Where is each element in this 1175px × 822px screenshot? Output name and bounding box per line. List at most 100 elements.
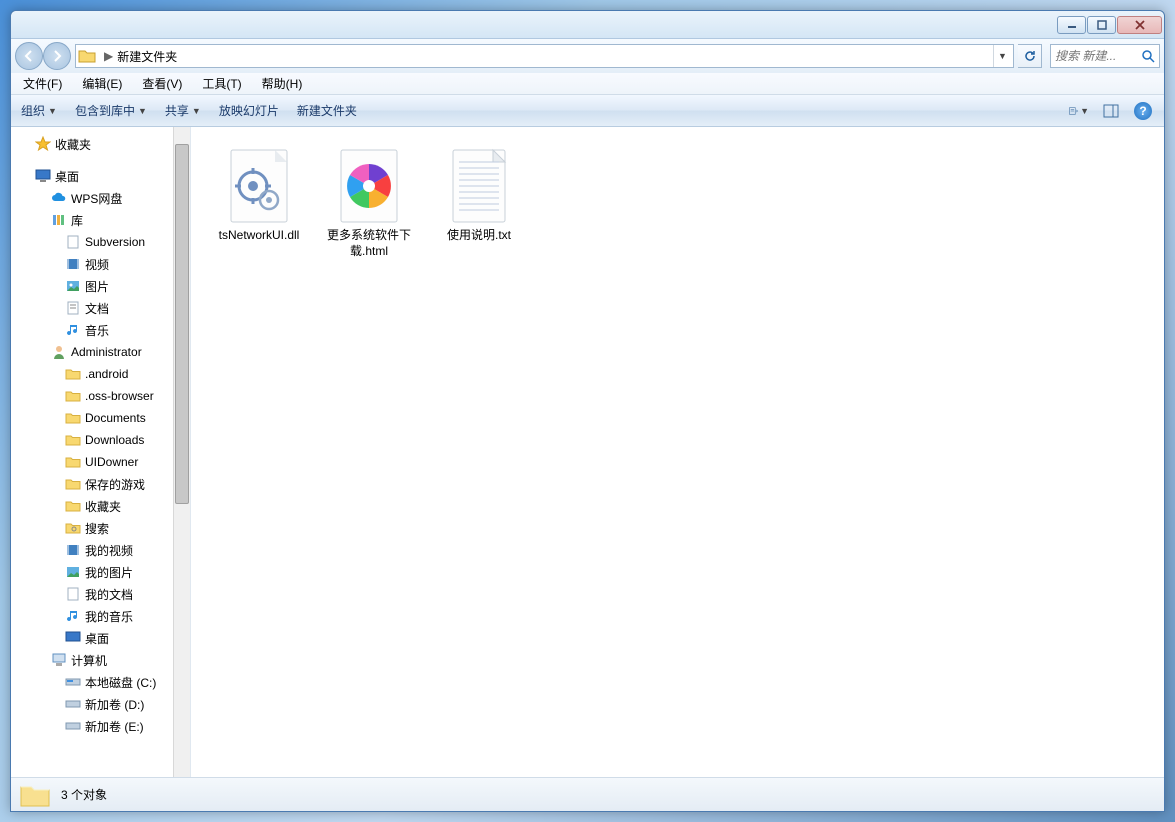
sidebar-wps[interactable]: WPS网盘	[15, 187, 174, 209]
sidebar-savedgames[interactable]: 保存的游戏	[15, 473, 174, 495]
star-icon	[35, 136, 51, 152]
folder-icon	[65, 366, 81, 382]
cloud-icon	[51, 190, 67, 206]
sidebar-documents[interactable]: 文档	[15, 297, 174, 319]
menu-help[interactable]: 帮助(H)	[258, 73, 307, 94]
sidebar-edrive[interactable]: 新加卷 (E:)	[15, 715, 174, 737]
document-icon	[65, 586, 81, 602]
sidebar: 收藏夹 桌面 WPS网盘 库 Subversion 视频 图片 文档 音乐 Ad…	[11, 127, 191, 777]
sidebar-mypics[interactable]: 我的图片	[15, 561, 174, 583]
address-dropdown[interactable]: ▼	[993, 45, 1011, 67]
breadcrumb-current[interactable]: 新建文件夹	[117, 48, 177, 65]
statusbar: 3 个对象	[11, 777, 1164, 811]
folder-icon	[65, 388, 81, 404]
help-button[interactable]: ?	[1132, 100, 1154, 122]
html-icon	[329, 146, 409, 226]
file-item[interactable]: 更多系统软件下载.html	[321, 141, 417, 264]
sidebar-favs[interactable]: 收藏夹	[15, 495, 174, 517]
new-folder-button[interactable]: 新建文件夹	[297, 102, 357, 119]
sidebar-favorites[interactable]: 收藏夹	[15, 133, 174, 155]
scrollbar-thumb[interactable]	[175, 144, 189, 504]
folder-icon	[19, 781, 51, 809]
sidebar-ddrive[interactable]: 新加卷 (D:)	[15, 693, 174, 715]
sidebar-mydocs[interactable]: 我的文档	[15, 583, 174, 605]
titlebar	[11, 11, 1164, 39]
file-label: 使用说明.txt	[447, 228, 511, 244]
menu-edit[interactable]: 编辑(E)	[78, 73, 126, 94]
folder-icon	[65, 454, 81, 470]
refresh-button[interactable]	[1018, 44, 1042, 68]
txt-icon	[439, 146, 519, 226]
file-item[interactable]: tsNetworkUI.dll	[211, 141, 307, 264]
sidebar-music[interactable]: 音乐	[15, 319, 174, 341]
sidebar-cdrive[interactable]: 本地磁盘 (C:)	[15, 671, 174, 693]
file-item[interactable]: 使用说明.txt	[431, 141, 527, 264]
minimize-button[interactable]	[1057, 16, 1086, 34]
desktop-icon	[65, 630, 81, 646]
sidebar-scrollbar[interactable]	[173, 127, 190, 777]
sidebar-search[interactable]: 搜索	[15, 517, 174, 539]
explorer-window: ▶ 新建文件夹 ▼ 文件(F) 编辑(E) 查看(V) 工具(T) 帮助(H) …	[10, 10, 1165, 812]
sidebar-library[interactable]: 库	[15, 209, 174, 231]
close-button[interactable]	[1117, 16, 1162, 34]
file-label: tsNetworkUI.dll	[219, 228, 300, 244]
folder-icon	[65, 476, 81, 492]
sidebar-uidowner[interactable]: UIDowner	[15, 451, 174, 473]
folder-icon	[65, 432, 81, 448]
sidebar-computer[interactable]: 计算机	[15, 649, 174, 671]
address-bar[interactable]: ▶ 新建文件夹 ▼	[75, 44, 1014, 68]
sidebar-admin[interactable]: Administrator	[15, 341, 174, 363]
organize-button[interactable]: 组织 ▼	[21, 102, 57, 119]
user-icon	[51, 344, 67, 360]
sidebar-oss[interactable]: .oss-browser	[15, 385, 174, 407]
music-icon	[65, 608, 81, 624]
dll-icon	[219, 146, 299, 226]
sidebar-docs[interactable]: Documents	[15, 407, 174, 429]
sidebar-mymusic[interactable]: 我的音乐	[15, 605, 174, 627]
music-icon	[65, 322, 81, 338]
sidebar-desk2[interactable]: 桌面	[15, 627, 174, 649]
search-input[interactable]	[1055, 49, 1141, 63]
picture-icon	[65, 564, 81, 580]
menu-file[interactable]: 文件(F)	[19, 73, 66, 94]
menu-tools[interactable]: 工具(T)	[198, 73, 245, 94]
preview-pane-button[interactable]	[1100, 100, 1122, 122]
sidebar-android[interactable]: .android	[15, 363, 174, 385]
maximize-button[interactable]	[1087, 16, 1116, 34]
computer-icon	[51, 652, 67, 668]
include-library-button[interactable]: 包含到库中 ▼	[75, 102, 147, 119]
file-pane[interactable]: tsNetworkUI.dll 更多系统软件下载.html 使用说明.txt	[191, 127, 1164, 777]
nav-row: ▶ 新建文件夹 ▼	[11, 39, 1164, 73]
search-box[interactable]	[1050, 44, 1160, 68]
forward-button[interactable]	[43, 42, 71, 70]
chevron-right-icon: ▶	[104, 49, 113, 63]
library-icon	[51, 212, 67, 228]
video-icon	[65, 256, 81, 272]
search-icon	[1141, 49, 1155, 63]
sidebar-downloads[interactable]: Downloads	[15, 429, 174, 451]
file-icon	[65, 234, 81, 250]
view-options-button[interactable]: ▼	[1068, 100, 1090, 122]
folder-icon	[65, 498, 81, 514]
search-folder-icon	[65, 520, 81, 536]
menubar: 文件(F) 编辑(E) 查看(V) 工具(T) 帮助(H)	[11, 73, 1164, 95]
folder-icon	[78, 48, 96, 64]
status-text: 3 个对象	[61, 786, 107, 803]
sidebar-desktop[interactable]: 桌面	[15, 165, 174, 187]
drive-icon	[65, 718, 81, 734]
sidebar-myvideo[interactable]: 我的视频	[15, 539, 174, 561]
share-button[interactable]: 共享 ▼	[165, 102, 201, 119]
sidebar-pictures[interactable]: 图片	[15, 275, 174, 297]
slideshow-button[interactable]: 放映幻灯片	[219, 102, 279, 119]
folder-icon	[65, 410, 81, 426]
file-label: 更多系统软件下载.html	[326, 228, 412, 259]
body: 收藏夹 桌面 WPS网盘 库 Subversion 视频 图片 文档 音乐 Ad…	[11, 127, 1164, 777]
back-button[interactable]	[15, 42, 43, 70]
picture-icon	[65, 278, 81, 294]
document-icon	[65, 300, 81, 316]
drive-icon	[65, 696, 81, 712]
sidebar-subversion[interactable]: Subversion	[15, 231, 174, 253]
menu-view[interactable]: 查看(V)	[138, 73, 186, 94]
video-icon	[65, 542, 81, 558]
sidebar-video[interactable]: 视频	[15, 253, 174, 275]
